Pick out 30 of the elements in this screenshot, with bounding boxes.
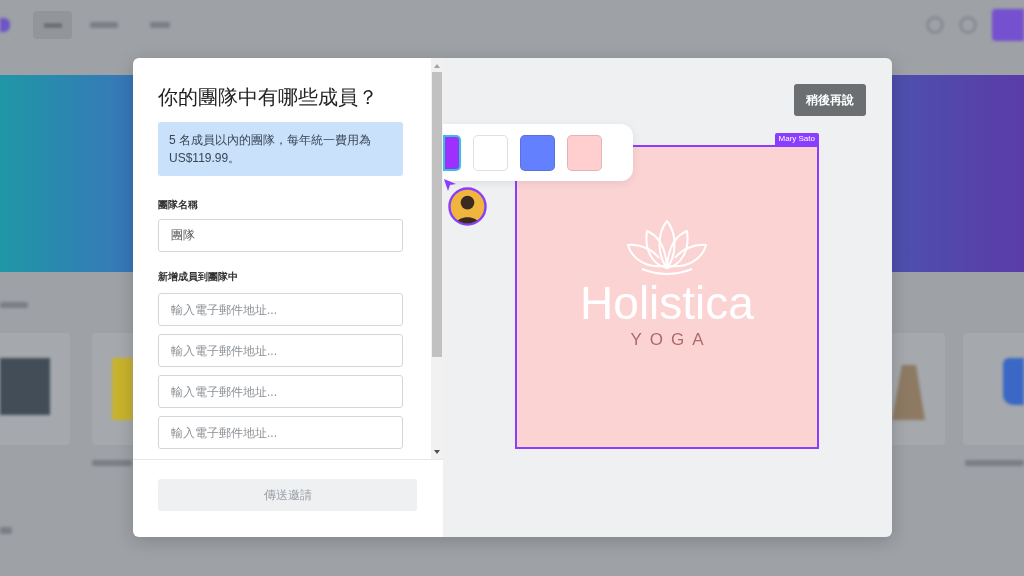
thumbnail-image xyxy=(0,358,50,415)
blurred-label xyxy=(92,460,132,466)
blurred-label xyxy=(0,527,12,534)
blurred-label xyxy=(90,22,118,28)
team-name-label: 團隊名稱 xyxy=(158,198,198,212)
tagline: YOGA xyxy=(629,331,712,349)
lotus-icon xyxy=(626,218,708,278)
pricing-notice: 5 名成員以內的團隊，每年統一費用為 US$119.99。 xyxy=(158,122,403,176)
members-label: 新增成員到團隊中 xyxy=(158,270,238,284)
header-button[interactable] xyxy=(992,9,1024,41)
collaborator-tag: Mary Sato xyxy=(774,133,819,145)
thumbnail-image xyxy=(1003,358,1024,405)
email-field[interactable]: 輸入電子郵件地址... xyxy=(158,416,403,449)
scrollbar[interactable] xyxy=(431,58,443,459)
avatar-icon xyxy=(448,187,487,226)
blurred-label xyxy=(965,460,1024,466)
email-field[interactable]: 輸入電子郵件地址... xyxy=(158,293,403,326)
email-field[interactable]: 輸入電子郵件地址... xyxy=(158,334,403,367)
cursor-icon xyxy=(444,179,456,191)
nav-tab[interactable] xyxy=(33,11,72,39)
team-name-field[interactable]: 團隊 xyxy=(158,219,403,252)
scrollbar-thumb[interactable] xyxy=(432,72,442,357)
dialog-title: 你的團隊中有哪些成員？ xyxy=(158,85,378,110)
thumbnail-image xyxy=(112,358,133,420)
swatch-icon[interactable] xyxy=(443,134,461,171)
later-button[interactable]: 稍後再說 xyxy=(794,84,866,116)
logo-icon xyxy=(0,18,10,32)
email-field[interactable]: 輸入電子郵件地址... xyxy=(158,375,403,408)
blurred-label xyxy=(0,302,28,308)
blurred-label xyxy=(150,22,170,28)
